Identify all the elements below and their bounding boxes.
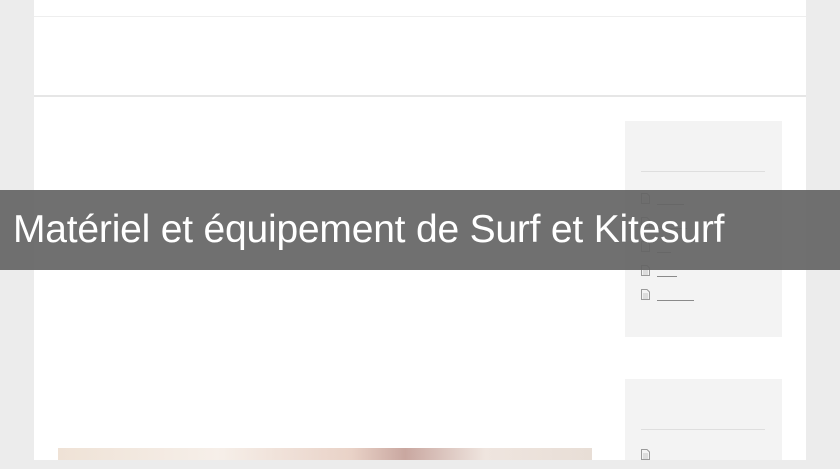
list-item [641, 445, 771, 469]
widget-divider [641, 429, 765, 430]
document-icon [641, 447, 650, 460]
main-content [58, 120, 592, 460]
top-bar [34, 0, 806, 17]
widget-post-list [641, 445, 771, 469]
title-banner: Matériel et équipement de Surf et Kitesu… [0, 190, 840, 270]
article-image[interactable] [58, 448, 592, 460]
list-item [641, 285, 771, 309]
post-link[interactable] [657, 288, 694, 301]
site-header [34, 17, 806, 97]
page-title: Matériel et équipement de Surf et Kitesu… [13, 208, 725, 251]
widget-divider [641, 171, 765, 172]
document-icon [641, 287, 650, 300]
sidebar-widget-secondary [625, 379, 782, 460]
